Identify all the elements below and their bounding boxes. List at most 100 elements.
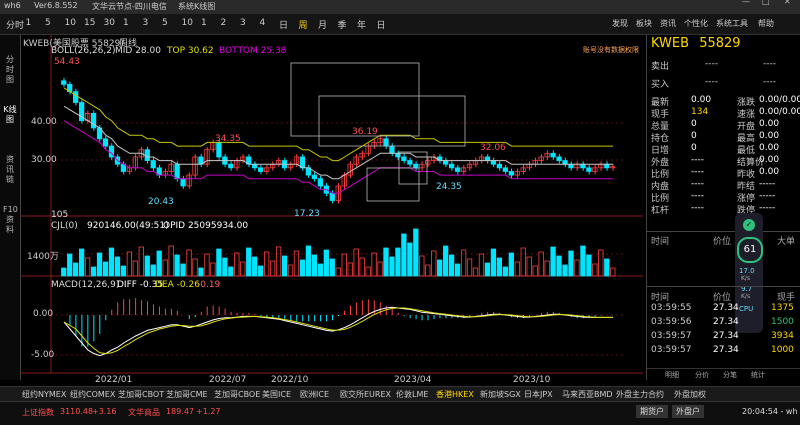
period-button-2[interactable]: 5 — [45, 18, 51, 28]
period-button-10[interactable]: 1 — [201, 18, 207, 28]
tab-stats[interactable]: 统计 — [751, 370, 765, 380]
period-button-3[interactable]: 10 — [65, 18, 76, 28]
exchange-tab-1[interactable]: 纽约COMEX — [70, 389, 115, 400]
volume-bar — [484, 262, 491, 277]
candle-body — [508, 171, 514, 176]
period-button-6[interactable]: 1 — [123, 18, 129, 28]
exchange-tab-12[interactable]: 马来西亚BMD — [562, 389, 613, 400]
tab-f10[interactable]: F10资料 — [3, 205, 18, 235]
candle-body — [90, 113, 97, 129]
volume-bar — [437, 259, 443, 277]
network-widget[interactable]: ✓ 61 17.0 K/s 9.7 K/s CPU — [735, 213, 763, 333]
annotation-20: 20.43 — [148, 197, 174, 207]
candle-body — [562, 160, 568, 165]
tab-intraday[interactable]: 分时图 — [3, 55, 17, 85]
period-button-17[interactable]: 季 — [338, 18, 347, 31]
exchange-tab-3[interactable]: 芝加哥CME — [166, 389, 208, 400]
volume-bar — [478, 253, 485, 277]
period-button-15[interactable]: 周 — [299, 18, 308, 31]
trade-time: 03:59:55 — [651, 303, 692, 313]
volume-bar — [419, 255, 425, 277]
exchange-tab-7[interactable]: 欧交所EUREX — [340, 389, 391, 400]
sell-label: 卖出 — [651, 62, 670, 72]
tab-price-dist[interactable]: 分价 — [695, 370, 709, 380]
menu-discover[interactable]: 发现 — [612, 18, 628, 29]
download-unit: K/s — [741, 293, 751, 300]
annotation-low: 17.23 — [294, 209, 320, 219]
period-button-11[interactable]: 2 — [221, 18, 227, 28]
volume-bar — [252, 256, 258, 277]
volume-bar — [383, 247, 389, 277]
kline-chart[interactable]: KWEB(美国股票 55829) 周线 BOLL(26,26,2) MID 28… — [21, 35, 643, 385]
period-button-9[interactable]: 10 — [182, 18, 193, 28]
period-button-12[interactable]: 3 — [240, 18, 246, 28]
close-button[interactable]: ✕ — [784, 0, 791, 6]
period-button-7[interactable]: 3 — [143, 18, 149, 28]
x-tick-2023-10: 2023/10 — [513, 375, 551, 385]
quote-label: 杠杆 — [651, 206, 670, 216]
exchange-tab-5[interactable]: 美国ICE — [262, 389, 291, 400]
buy-volume: ---- — [763, 77, 776, 87]
foreign-account-button[interactable]: 外盘户 — [672, 405, 704, 418]
menu-system-tools[interactable]: 系统工具 — [716, 18, 748, 29]
exchange-tab-13[interactable]: 外盘主力合约 — [616, 389, 664, 400]
quote-row: 比例 ---- 昨收 0.00 — [647, 167, 800, 180]
volume-bar — [234, 252, 240, 277]
quote-value: 0.00 — [759, 119, 780, 129]
tab-news-chain[interactable]: 资讯链 — [3, 155, 17, 185]
volume-bar — [454, 263, 461, 277]
chart-canvas[interactable] — [21, 35, 643, 380]
y-tick-30: 30.00 — [31, 155, 57, 165]
menu-news[interactable]: 资讯 — [660, 18, 676, 29]
exchange-tab-6[interactable]: 欧洲ICE — [300, 389, 329, 400]
x-tick-2022-10: 2022/10 — [271, 375, 309, 385]
maximize-button[interactable]: □ — [762, 0, 770, 6]
candle-body — [144, 149, 150, 161]
period-button-16[interactable]: 月 — [318, 18, 327, 31]
tab-kline[interactable]: K线图 — [3, 105, 17, 125]
period-button-1[interactable]: 1 — [26, 18, 32, 28]
minimize-button[interactable]: — — [742, 0, 750, 6]
quote-value: 134 — [691, 107, 709, 117]
futures-account-button[interactable]: 期货户 — [636, 405, 668, 418]
period-button-0[interactable]: 分时 — [6, 18, 24, 31]
candle-body — [73, 91, 79, 103]
exchange-tab-10[interactable]: 新加坡SGX — [480, 389, 521, 400]
tab-ticks[interactable]: 分笔 — [723, 370, 737, 380]
period-button-18[interactable]: 年 — [357, 18, 366, 31]
boll-bottom: BOTTOM 25.38 — [219, 46, 287, 56]
menu-help[interactable]: 帮助 — [758, 18, 774, 29]
boll-label: BOLL(26,26,2) — [51, 46, 116, 56]
exchange-tab-14[interactable]: 外盘加权 — [674, 389, 706, 400]
exchange-tab-8[interactable]: 伦敦LME — [396, 389, 428, 400]
period-button-4[interactable]: 15 — [84, 18, 95, 28]
period-button-19[interactable]: 日 — [377, 18, 386, 31]
volume-bar — [120, 265, 127, 277]
period-button-5[interactable]: 30 — [104, 18, 115, 28]
candle-body — [443, 160, 449, 165]
exchange-tab-9[interactable]: 香港HKEX — [436, 389, 474, 400]
exchange-tab-0[interactable]: 纽约NYMEX — [22, 389, 66, 400]
volume-bar — [150, 264, 156, 277]
y-tick-volume: 1400万 — [27, 252, 59, 262]
candle-body — [550, 152, 556, 158]
period-button-14[interactable]: 日 — [279, 18, 288, 31]
volume-bar — [96, 252, 103, 277]
quote-value: ----- — [759, 203, 776, 213]
menu-personalize[interactable]: 个性化 — [684, 18, 708, 29]
volume-bar — [389, 256, 395, 277]
volume-bar — [449, 254, 455, 277]
menu-sector[interactable]: 板块 — [636, 18, 652, 29]
exchange-tab-2[interactable]: 芝加哥CBOT — [118, 389, 164, 400]
index1-change: +3.16 — [92, 407, 117, 416]
tab-detail[interactable]: 明细 — [665, 370, 679, 380]
period-button-8[interactable]: 5 — [162, 18, 168, 28]
trade-row: 03:59:56 27.34 1500 — [647, 317, 800, 328]
exchange-tab-11[interactable]: 日本JPX — [524, 389, 553, 400]
volume-bar — [126, 251, 133, 277]
trade-volume: 1375 — [771, 303, 794, 313]
volume-bar — [341, 253, 347, 277]
exchange-tab-4[interactable]: 芝加哥CBOE — [214, 389, 260, 400]
period-button-13[interactable]: 4 — [260, 18, 266, 28]
volume-bar — [174, 254, 180, 277]
